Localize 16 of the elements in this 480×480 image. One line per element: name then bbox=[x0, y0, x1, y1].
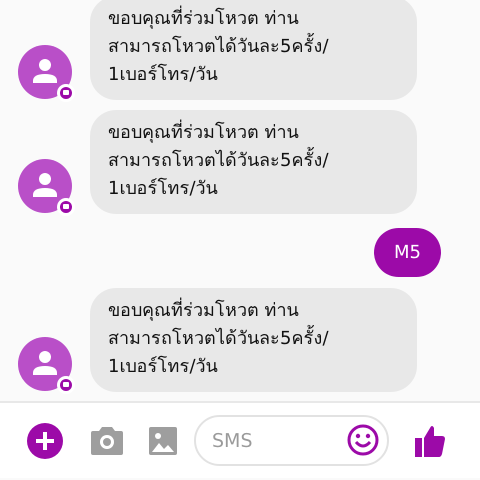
message-badge-icon bbox=[57, 84, 75, 102]
add-icon[interactable] bbox=[27, 422, 63, 458]
message-bubble: ขอบคุณที่ร่วมโหวต ท่าน สามารถโหวตได้วันละ5ครั้ง/ 1เบอร์โทร/วัน bbox=[90, 0, 417, 100]
message-badge-icon bbox=[57, 376, 75, 394]
message-badge-icon bbox=[57, 198, 75, 216]
avatar-icon bbox=[18, 159, 72, 213]
message-bubble: ขอบคุณที่ร่วมโหวต ท่าน สามารถโหวตได้วันละ5ครั้ง/ 1เบอร์โทร/วัน bbox=[90, 288, 417, 392]
sent-message-bubble: M5 bbox=[374, 228, 441, 277]
image-icon[interactable] bbox=[149, 426, 177, 454]
message-bubble: ขอบคุณที่ร่วมโหวต ท่าน สามารถโหวตได้วันละ5ครั้ง/ 1เบอร์โทร/วัน bbox=[90, 110, 417, 214]
thumbs-up-icon[interactable] bbox=[415, 424, 445, 456]
camera-icon[interactable] bbox=[91, 426, 123, 454]
message-field[interactable]: SMS bbox=[194, 415, 389, 466]
avatar-icon bbox=[18, 337, 72, 391]
avatar-icon bbox=[18, 45, 72, 99]
emoji-icon[interactable] bbox=[347, 424, 379, 456]
